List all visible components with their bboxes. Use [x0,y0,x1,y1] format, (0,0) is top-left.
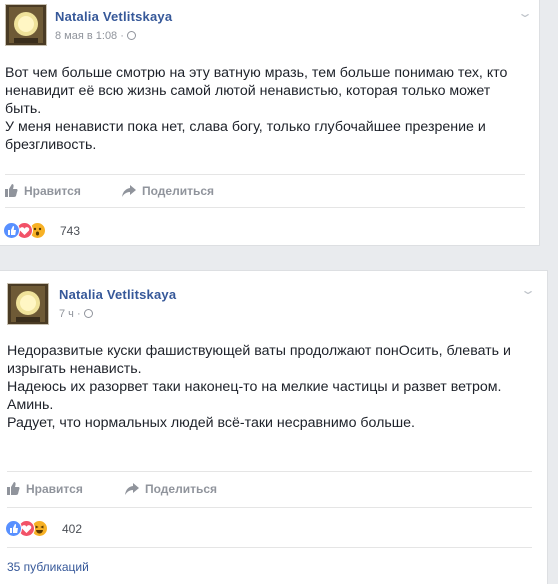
share-label: Поделиться [142,184,215,198]
divider [5,207,525,208]
post-paragraph: Надеюсь их разорвет таки наконец-то на м… [7,379,502,395]
divider [7,507,532,508]
author-name[interactable]: Natalia Vetlitskaya [59,287,176,302]
post-timestamp[interactable]: 7 ч · [59,308,93,320]
share-button[interactable]: Поделиться [122,184,214,198]
post-timestamp[interactable]: 8 мая в 1:08 · [55,30,136,42]
like-icon [3,222,20,239]
timestamp-text: 7 ч · [59,308,81,320]
avatar[interactable] [5,4,47,46]
divider [7,547,532,548]
reactions-summary[interactable] [3,222,63,239]
globe-icon [126,31,136,40]
post-paragraph: Вот чем больше смотрю на эту ватную мраз… [5,65,508,117]
like-label: Нравится [26,482,83,496]
like-icon [5,520,22,537]
globe-icon [83,309,93,318]
timestamp-text: 8 мая в 1:08 · [55,30,124,42]
share-arrow-icon [125,483,139,495]
divider [7,471,532,472]
avatar-image [6,5,46,45]
post-card: Natalia Vetlitskaya 8 мая в 1:08 · ⌄ Вот… [0,0,540,246]
reactions-summary[interactable] [5,520,65,537]
avatar[interactable] [7,283,49,325]
post-paragraph: Аминь. [7,397,54,413]
chevron-down-icon[interactable]: ⌄ [520,283,536,297]
thumbs-up-icon [7,482,20,495]
like-button[interactable]: Нравится [5,184,81,198]
post-paragraph: Радует, что нормальных людей всё-таки не… [7,415,415,431]
like-label: Нравится [24,184,81,198]
post-paragraph: У меня ненависти пока нет, слава богу, т… [5,119,486,153]
avatar-image [8,284,48,324]
post-text: Вот чем больше смотрю на эту ватную мраз… [5,64,530,154]
post-paragraph: Недоразвитые куски фашиствующей ваты про… [7,343,511,377]
post-text: Недоразвитые куски фашиствующей ваты про… [7,342,527,432]
share-label: Поделиться [145,482,218,496]
divider [5,174,525,175]
chevron-down-icon[interactable]: ⌄ [517,6,533,20]
reaction-count[interactable]: 402 [62,522,82,536]
shares-link[interactable]: 35 публикаций [7,560,89,574]
like-button[interactable]: Нравится [7,482,83,496]
share-arrow-icon [122,185,136,197]
share-button[interactable]: Поделиться [125,482,217,496]
author-name[interactable]: Natalia Vetlitskaya [55,9,172,24]
thumbs-up-icon [5,184,18,197]
post-card: Natalia Vetlitskaya 7 ч · ⌄ Недоразвитые… [0,270,548,584]
reaction-count[interactable]: 743 [60,224,80,238]
